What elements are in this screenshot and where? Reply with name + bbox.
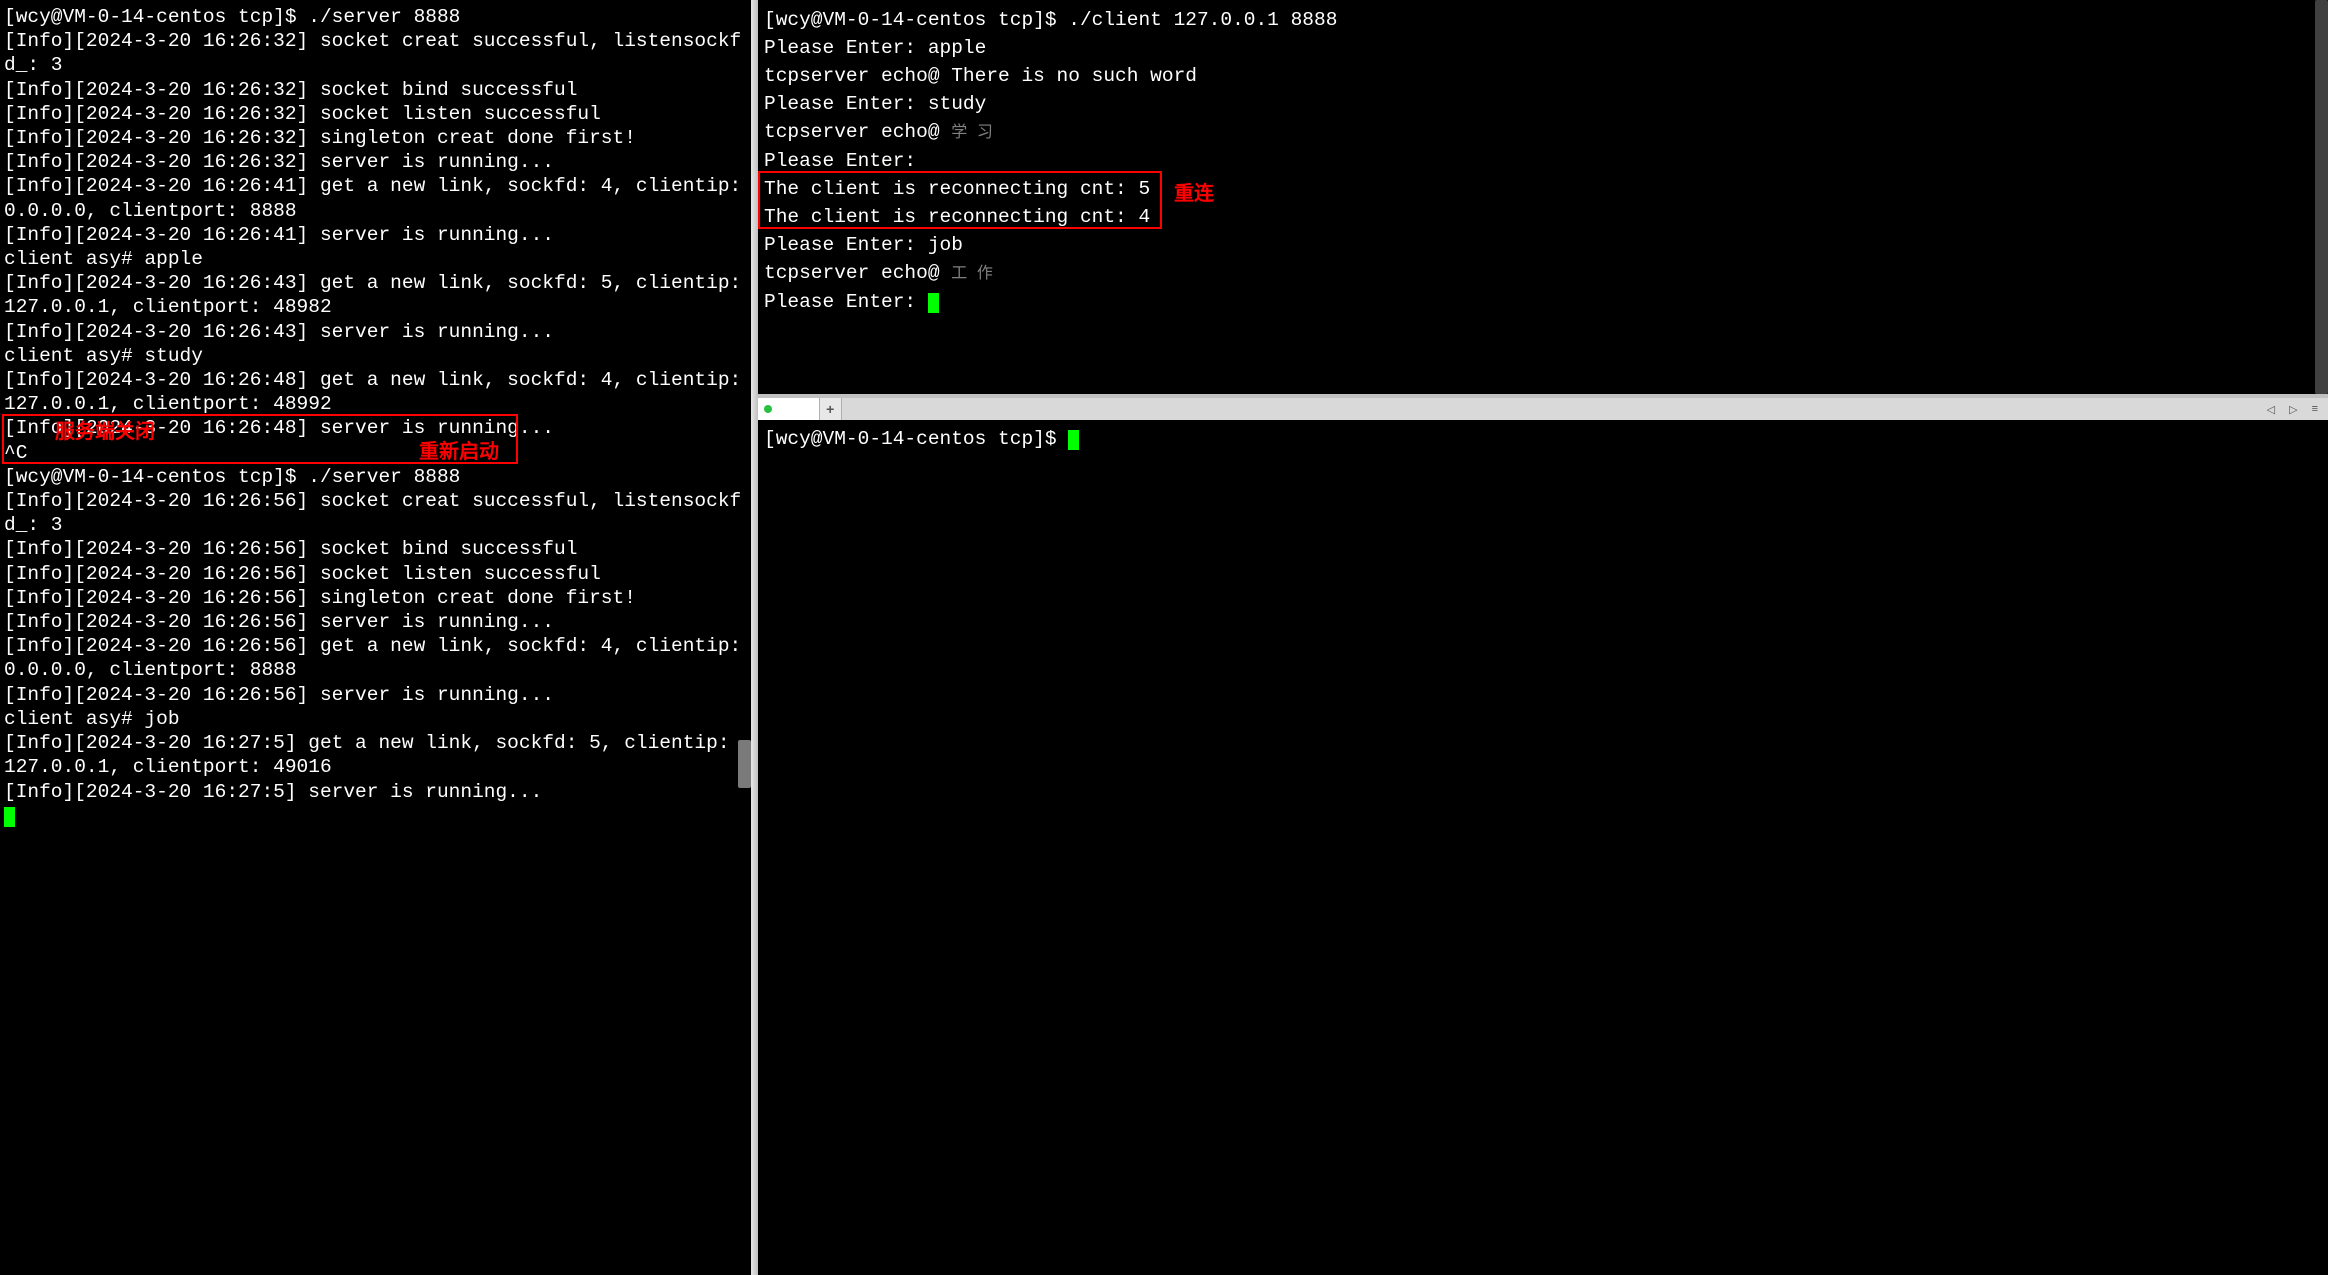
annotation-server-closed: 服务端关闭 [55,420,155,444]
term-line: [Info][2024-3-20 16:27:5] get a new link… [4,731,747,779]
term-line: [Info][2024-3-20 16:26:32] socket creat … [4,29,747,77]
term-line: [wcy@VM-0-14-centos tcp]$ ./server 8888 [4,465,747,489]
term-line: client asy# apple [4,247,747,271]
term-line: [Info][2024-3-20 16:26:56] socket bind s… [4,537,747,561]
term-line: The client is reconnecting cnt: 4 [764,203,2322,231]
term-line: [Info][2024-3-20 16:26:41] server is run… [4,223,747,247]
term-line: [Info][2024-3-20 16:26:56] socket creat … [4,489,747,537]
tab-controls: ◁ ▷ ≡ [2263,403,2328,416]
echo-prefix: tcpserver echo@ [764,121,951,143]
echo-translation: 工 作 [951,265,993,283]
cursor-icon [1068,430,1079,450]
prompt-text: Please Enter: [764,291,928,313]
term-line [4,804,747,828]
term-line: [Info][2024-3-20 16:26:43] server is run… [4,320,747,344]
spare-terminal-pane: 1 wcy + ◁ ▷ ≡ [wcy@VM-0-14-centos tcp]$ [758,398,2328,1275]
term-line: ^C [4,441,747,465]
vertical-splitter[interactable] [751,0,758,1275]
server-terminal-pane[interactable]: [wcy@VM-0-14-centos tcp]$ ./server 8888 … [0,0,751,1275]
annotation-server-restart: 重新启动 [419,440,499,464]
client-terminal-pane[interactable]: [wcy@VM-0-14-centos tcp]$ ./client 127.0… [758,0,2328,394]
terminal-body[interactable]: [wcy@VM-0-14-centos tcp]$ [758,420,2328,1275]
tab-label: 1 wcy [778,402,809,416]
cursor-icon [4,807,15,827]
annotation-reconnect: 重连 [1174,180,1214,208]
term-line: [Info][2024-3-20 16:26:56] singleton cre… [4,586,747,610]
cursor-icon [928,293,939,313]
term-line: [Info][2024-3-20 16:26:32] server is run… [4,150,747,174]
tab-next-button[interactable]: ▷ [2285,403,2301,416]
scrollbar-thumb[interactable] [2315,0,2328,394]
term-line: tcpserver echo@ 工 作 [764,259,2322,288]
term-line: [Info][2024-3-20 16:26:56] socket listen… [4,562,747,586]
tab-status-dot-icon [764,405,772,413]
term-line: [Info][2024-3-20 16:26:56] get a new lin… [4,634,747,682]
term-line: [Info][2024-3-20 16:26:43] get a new lin… [4,271,747,319]
term-line: Please Enter: job [764,231,2322,259]
prompt-text: [wcy@VM-0-14-centos tcp]$ [764,428,1068,450]
tab-bar: 1 wcy + ◁ ▷ ≡ [758,398,2328,420]
term-line: [Info][2024-3-20 16:26:32] singleton cre… [4,126,747,150]
term-line: [Info][2024-3-20 16:27:5] server is runn… [4,780,747,804]
tab-session-1[interactable]: 1 wcy [758,398,820,420]
term-line: client asy# job [4,707,747,731]
term-line: tcpserver echo@ 学 习 [764,118,2322,147]
term-line: [Info][2024-3-20 16:26:56] server is run… [4,610,747,634]
term-line: [Info][2024-3-20 16:26:32] socket listen… [4,102,747,126]
echo-translation: 学 习 [951,124,993,142]
tab-menu-button[interactable]: ≡ [2308,403,2322,415]
tab-prev-button[interactable]: ◁ [2263,403,2279,416]
term-line: [wcy@VM-0-14-centos tcp]$ [764,426,2322,452]
term-line: The client is reconnecting cnt: 5 [764,175,2322,203]
term-line: Please Enter: study [764,90,2322,118]
term-line: Please Enter: [764,288,2322,316]
term-line: Please Enter: [764,147,2322,175]
term-line: [Info][2024-3-20 16:26:48] get a new lin… [4,368,747,416]
right-column: [wcy@VM-0-14-centos tcp]$ ./client 127.0… [758,0,2328,1275]
term-line: Please Enter: apple [764,34,2322,62]
window-container: [wcy@VM-0-14-centos tcp]$ ./server 8888 … [0,0,2328,1275]
term-line: [Info][2024-3-20 16:26:56] server is run… [4,683,747,707]
term-line: [wcy@VM-0-14-centos tcp]$ ./client 127.0… [764,6,2322,34]
term-line: client asy# study [4,344,747,368]
new-tab-button[interactable]: + [820,398,842,420]
scrollbar-thumb[interactable] [738,740,751,788]
echo-prefix: tcpserver echo@ [764,262,951,284]
term-line: [Info][2024-3-20 16:26:32] socket bind s… [4,78,747,102]
term-line: tcpserver echo@ There is no such word [764,62,2322,90]
term-line: [wcy@VM-0-14-centos tcp]$ ./server 8888 [4,5,747,29]
term-line: [Info][2024-3-20 16:26:41] get a new lin… [4,174,747,222]
